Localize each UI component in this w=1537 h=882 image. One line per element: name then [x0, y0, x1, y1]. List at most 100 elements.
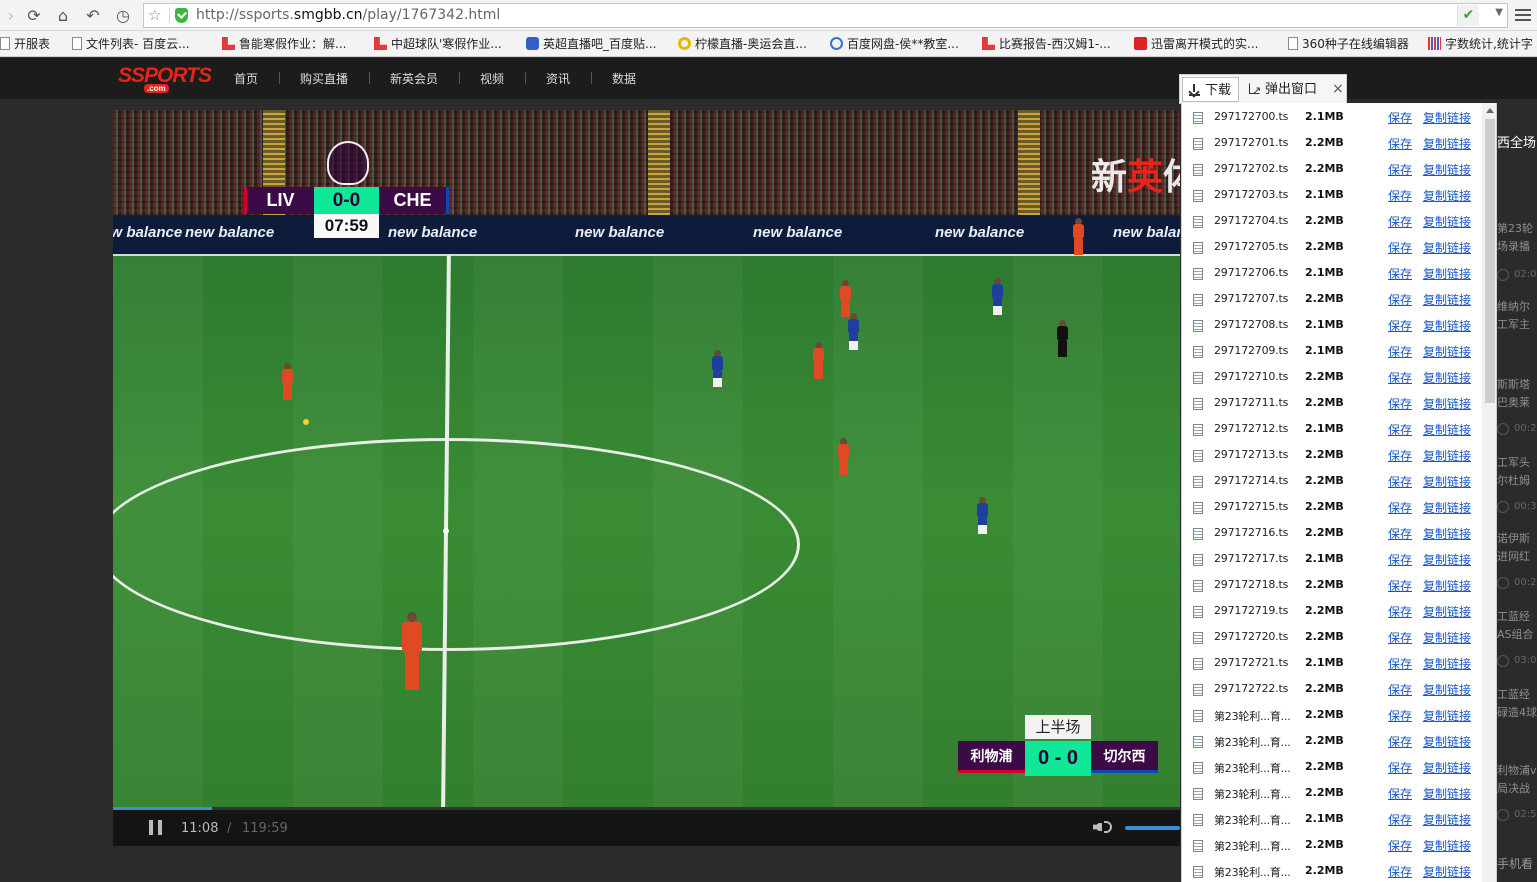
copy-link[interactable]: 复制链接 [1423, 499, 1471, 516]
sidebar-item[interactable]: 局决战 [1497, 780, 1530, 797]
sidebar-item[interactable]: 尔杜姆 [1497, 472, 1530, 489]
scrollbar[interactable] [1482, 103, 1496, 882]
tab-popout-window[interactable]: 弹出窗口 [1243, 77, 1327, 103]
address-bar[interactable]: ☆ http://ssports.smgbb.cn/play/1767342.h… [143, 3, 1508, 28]
bookmark-item[interactable]: 开服表 [0, 35, 50, 53]
copy-link[interactable]: 复制链接 [1423, 317, 1471, 334]
progress-bar[interactable] [113, 807, 1180, 810]
bookmark-item[interactable]: 百度网盘-侯**教室... [830, 35, 959, 53]
menu-icon[interactable] [1515, 6, 1531, 24]
save-link[interactable]: 保存 [1388, 603, 1412, 620]
save-link[interactable]: 保存 [1388, 109, 1412, 126]
nav-buy-live[interactable]: 购买直播 [300, 70, 348, 87]
sidebar-item[interactable]: 诺伊斯 [1497, 530, 1530, 547]
save-link[interactable]: 保存 [1388, 369, 1412, 386]
mobile-watch-link[interactable]: 手机看 [1497, 856, 1533, 873]
save-link[interactable]: 保存 [1388, 239, 1412, 256]
sidebar-item[interactable]: 利物浦v [1497, 762, 1537, 779]
save-link[interactable]: 保存 [1388, 291, 1412, 308]
save-link[interactable]: 保存 [1388, 655, 1412, 672]
save-link[interactable]: 保存 [1388, 499, 1412, 516]
copy-link[interactable]: 复制链接 [1423, 369, 1471, 386]
sidebar-item[interactable]: 斯斯塔 [1497, 376, 1530, 393]
copy-link[interactable]: 复制链接 [1423, 161, 1471, 178]
nav-membership[interactable]: 新英会员 [390, 70, 438, 87]
bookmark-item[interactable]: 360种子在线编辑器 [1288, 35, 1409, 53]
copy-link[interactable]: 复制链接 [1423, 863, 1471, 880]
copy-link[interactable]: 复制链接 [1423, 135, 1471, 152]
copy-link[interactable]: 复制链接 [1423, 447, 1471, 464]
sidebar-item[interactable]: 场录播 [1497, 238, 1530, 255]
save-link[interactable]: 保存 [1388, 863, 1412, 880]
bookmark-item[interactable]: 迅雷离开模式的实... [1134, 35, 1258, 53]
save-link[interactable]: 保存 [1388, 213, 1412, 230]
save-link[interactable]: 保存 [1388, 577, 1412, 594]
copy-link[interactable]: 复制链接 [1423, 213, 1471, 230]
sidebar-item[interactable]: 工军头 [1497, 454, 1530, 471]
ssports-logo[interactable]: SSPORTS .com [114, 64, 214, 94]
copy-link[interactable]: 复制链接 [1423, 811, 1471, 828]
nav-news[interactable]: 资讯 [546, 70, 570, 87]
save-link[interactable]: 保存 [1388, 551, 1412, 568]
save-link[interactable]: 保存 [1388, 343, 1412, 360]
save-link[interactable]: 保存 [1388, 473, 1412, 490]
copy-link[interactable]: 复制链接 [1423, 265, 1471, 282]
pause-icon[interactable] [149, 820, 162, 835]
copy-link[interactable]: 复制链接 [1423, 707, 1471, 724]
history-clock-icon[interactable]: ◷ [112, 5, 134, 27]
forward-icon[interactable]: › [0, 5, 22, 27]
tab-download[interactable]: 下载 [1182, 77, 1239, 102]
sidebar-item[interactable]: 工军主 [1497, 316, 1530, 333]
copy-link[interactable]: 复制链接 [1423, 473, 1471, 490]
copy-link[interactable]: 复制链接 [1423, 785, 1471, 802]
save-link[interactable]: 保存 [1388, 759, 1412, 776]
copy-link[interactable]: 复制链接 [1423, 837, 1471, 854]
copy-link[interactable]: 复制链接 [1423, 525, 1471, 542]
copy-link[interactable]: 复制链接 [1423, 291, 1471, 308]
nav-home[interactable]: 首页 [234, 70, 258, 87]
bookmark-item[interactable]: 英超直播吧_百度贴... [526, 35, 656, 53]
sidebar-item[interactable]: 工蓝经 [1497, 608, 1530, 625]
copy-link[interactable]: 复制链接 [1423, 655, 1471, 672]
sidebar-item[interactable]: AS组合 [1497, 626, 1534, 643]
bookmark-item[interactable]: 字数统计,统计字 [1428, 35, 1533, 53]
save-link[interactable]: 保存 [1388, 629, 1412, 646]
copy-link[interactable]: 复制链接 [1423, 577, 1471, 594]
save-link[interactable]: 保存 [1388, 135, 1412, 152]
security-shield-icon[interactable] [175, 8, 188, 23]
save-link[interactable]: 保存 [1388, 837, 1412, 854]
copy-link[interactable]: 复制链接 [1423, 343, 1471, 360]
save-link[interactable]: 保存 [1388, 421, 1412, 438]
copy-link[interactable]: 复制链接 [1423, 187, 1471, 204]
bookmark-item[interactable]: 中超球队'寒假作业... [374, 35, 502, 53]
save-link[interactable]: 保存 [1388, 785, 1412, 802]
copy-link[interactable]: 复制链接 [1423, 239, 1471, 256]
copy-link[interactable]: 复制链接 [1423, 421, 1471, 438]
copy-link[interactable]: 复制链接 [1423, 551, 1471, 568]
save-link[interactable]: 保存 [1388, 161, 1412, 178]
url-text[interactable]: http://ssports.smgbb.cn/play/1767342.htm… [196, 7, 500, 23]
close-icon[interactable]: × [1332, 81, 1344, 97]
save-link[interactable]: 保存 [1388, 317, 1412, 334]
scroll-thumb[interactable] [1485, 119, 1495, 403]
copy-link[interactable]: 复制链接 [1423, 733, 1471, 750]
sidebar-item[interactable]: 维纳尔 [1497, 298, 1530, 315]
bookmark-item[interactable]: 鲁能寒假作业：解... [222, 35, 346, 53]
copy-link[interactable]: 复制链接 [1423, 759, 1471, 776]
save-link[interactable]: 保存 [1388, 447, 1412, 464]
bookmark-star-icon[interactable]: ☆ [148, 6, 161, 24]
url-dropdown-icon[interactable]: ▼ [1495, 7, 1503, 18]
save-link[interactable]: 保存 [1388, 525, 1412, 542]
scroll-up-arrow-icon[interactable] [1486, 108, 1494, 113]
copy-link[interactable]: 复制链接 [1423, 681, 1471, 698]
sidebar-item[interactable]: 碌造4球 [1497, 704, 1537, 721]
home-icon[interactable]: ⌂ [52, 5, 74, 27]
sidebar-item[interactable]: 工蓝经 [1497, 686, 1530, 703]
copy-link[interactable]: 复制链接 [1423, 603, 1471, 620]
bookmark-item[interactable]: 柠檬直播-奥运会直... [678, 35, 807, 53]
volume-icon[interactable] [1093, 819, 1115, 835]
refresh-icon[interactable]: ⟳ [23, 5, 45, 27]
bookmark-item[interactable]: 比赛报告-西汉姆1-... [982, 35, 1111, 53]
nav-video[interactable]: 视频 [480, 70, 504, 87]
save-link[interactable]: 保存 [1388, 707, 1412, 724]
